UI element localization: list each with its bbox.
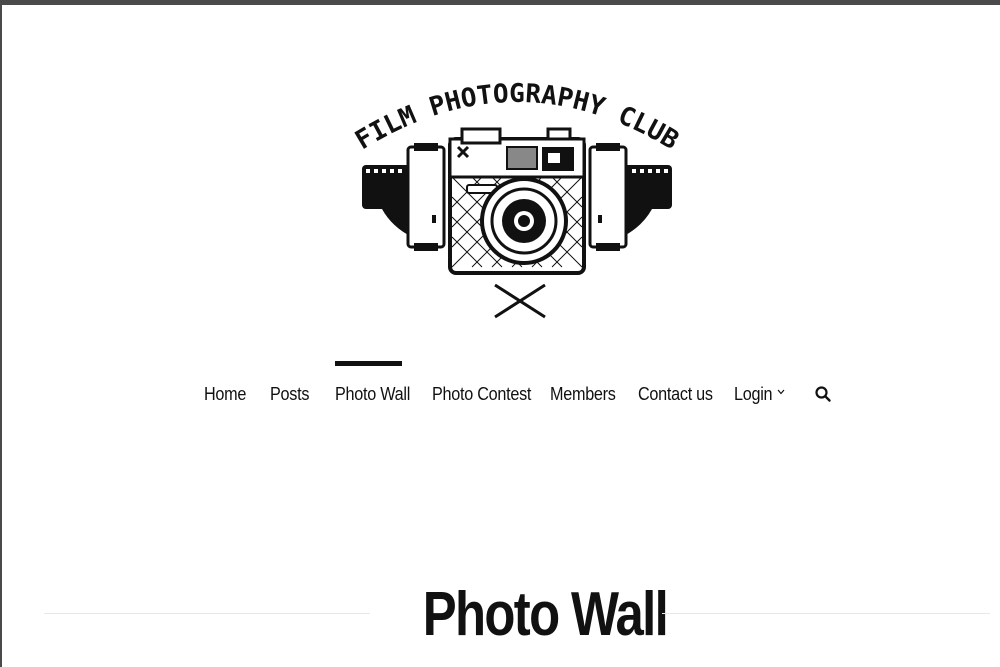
nav-item-members[interactable]: Members xyxy=(550,365,616,425)
nav-item-contact-us[interactable]: Contact us xyxy=(638,365,713,425)
nav-item-photo-contest[interactable]: Photo Contest xyxy=(432,365,531,425)
nav-item-label: Posts xyxy=(270,384,310,404)
nav-item-posts[interactable]: Posts xyxy=(270,365,310,425)
nav-item-label: Photo Contest xyxy=(432,384,532,404)
search-button[interactable] xyxy=(814,385,832,403)
nav-item-label: Login xyxy=(734,384,773,404)
chevron-down-icon xyxy=(777,389,785,395)
main-nav: Home Posts Photo Wall Photo Contest Memb… xyxy=(2,361,1000,425)
nav-item-label: Contact us xyxy=(638,384,713,404)
nav-item-login[interactable]: Login xyxy=(734,365,788,425)
page-canvas: +FILM PHOTOGRAPHY CLUB+ xyxy=(2,5,1000,667)
title-divider-right xyxy=(662,613,990,614)
page-header: Photo Wall xyxy=(2,575,1000,655)
site-logo[interactable]: +FILM PHOTOGRAPHY CLUB+ xyxy=(352,67,682,329)
nav-item-label: Members xyxy=(550,384,616,404)
camera-logo-icon: +FILM PHOTOGRAPHY CLUB+ xyxy=(352,67,682,319)
title-divider-left xyxy=(44,613,370,614)
nav-item-photo-wall[interactable]: Photo Wall xyxy=(335,361,410,425)
nav-item-label: Photo Wall xyxy=(335,384,411,404)
search-icon xyxy=(815,386,831,402)
nav-item-label: Home xyxy=(204,384,247,404)
page-title: Photo Wall xyxy=(422,580,669,649)
nav-item-home[interactable]: Home xyxy=(204,365,247,425)
